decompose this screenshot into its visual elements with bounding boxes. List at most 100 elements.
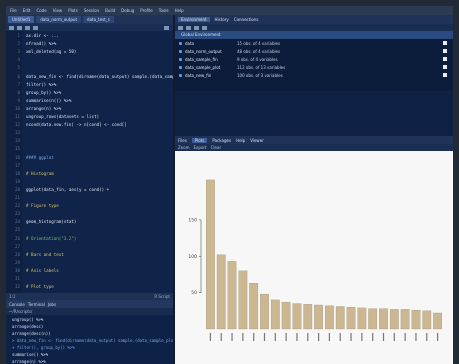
environment-row[interactable]: data_sample_fin 9 obs. of 4 variables [175,55,453,63]
menu-item-file[interactable]: File [10,8,17,13]
tab-untitled1[interactable]: Untitled1 [8,16,35,23]
code-line[interactable]: 17 [6,163,173,171]
import-icon[interactable] [194,25,199,30]
code-line[interactable]: 5 [6,65,173,73]
bar [314,304,323,330]
code-line[interactable]: 16 #### ggplot [6,155,173,163]
bar [238,270,248,330]
menu-item-build[interactable]: Build [105,8,115,13]
code-line[interactable]: 7 filter() %>% [6,82,173,90]
code-line[interactable]: 21 [6,195,173,203]
code-line[interactable]: 22 # Figure type [6,203,173,211]
code-line[interactable]: 23 [6,211,173,219]
object-summary: 15 obs. of 4 variables [237,40,281,46]
tab-data-test[interactable]: data_test_s [83,16,114,23]
view-grid-icon[interactable] [443,73,447,77]
tab-viewer[interactable]: Viewer [250,138,264,143]
code-line[interactable]: 13 [6,130,173,138]
tab-terminal[interactable]: Terminal [28,302,45,307]
tab-console[interactable]: Console [9,302,25,307]
save-icon[interactable] [25,25,30,30]
tab-plots[interactable]: Plots [191,137,208,143]
x-tick-label [339,333,341,341]
bar [303,304,313,330]
code-line[interactable]: 30 # Axis labels [6,268,173,276]
line-number: 14 [14,138,20,144]
clear-plots-button[interactable]: Clear [211,145,221,150]
line-number: 5 [17,65,20,71]
code-line[interactable]: 26 # Orientation("3.2") [6,236,173,244]
forward-icon[interactable] [17,25,22,30]
view-grid-icon[interactable] [443,49,447,53]
code-line[interactable]: 18 # Histogram [6,171,173,179]
environment-tabs: Environment History Connections [175,15,453,24]
environment-row[interactable]: data_new_fin 100 obs. of 3 variables [175,71,453,79]
code-line[interactable]: 4 [6,57,173,65]
menu-item-code[interactable]: Code [36,8,46,13]
environment-scope[interactable]: Global Environment [175,31,453,39]
tab-connections[interactable]: Connections [234,17,259,22]
y-tick-label: 50 [191,290,197,296]
tab-data-norm-output[interactable]: data_norm_output [36,16,82,23]
code-line[interactable]: 10 arrange(n) %>% [6,106,173,114]
code-line[interactable]: 6 data_new_fin <- find(dirname(data_outpu… [6,74,173,82]
view-grid-icon[interactable] [443,41,447,45]
code-text: # Histogram [26,170,54,176]
menu-item-tools[interactable]: Tools [159,8,169,13]
tab-environment[interactable]: Environment [178,17,210,22]
code-line[interactable]: 25 [6,227,173,235]
code-line[interactable]: 9 summarise(n()) %>% [6,98,173,106]
environment-row[interactable]: data_sample_plot 112 obs. of 13 variables [175,63,453,71]
back-icon[interactable] [9,25,14,30]
console-output[interactable]: ungroup() %>% arrange(desc) arrange(desc… [6,315,173,364]
broom-icon[interactable] [202,25,207,30]
save-workspace-icon[interactable] [186,25,191,30]
code-line[interactable]: 32 # Plot type [6,284,173,292]
bar [292,303,302,330]
console-path: ~/R/scripts/ [6,308,173,315]
code-line[interactable]: 29 [6,260,173,268]
tab-files[interactable]: Files [178,138,187,143]
zoom-button[interactable]: Zoom [178,145,190,150]
tab-packages[interactable]: Packages [212,138,231,143]
menu-item-edit[interactable]: Edit [23,8,31,13]
code-line[interactable]: 20 ggplot(data_fin, aes(y = cond)) + [6,187,173,195]
code-line[interactable]: 8 group_by() %>% [6,90,173,98]
code-line[interactable]: 19 [6,179,173,187]
code-text: nfread() %>% [26,41,57,47]
view-grid-icon[interactable] [443,65,447,69]
console-line: > data_new_fin <- find(dirname(data_outp… [12,338,173,343]
menu-item-view[interactable]: View [53,8,63,13]
bar [260,293,269,330]
menu-item-session[interactable]: Session [84,8,99,13]
tab-history[interactable]: History [215,17,229,22]
view-grid-icon[interactable] [443,57,447,61]
code-line[interactable]: 27 [6,244,173,252]
code-line[interactable]: 2 nfread() %>% [6,41,173,49]
x-tick-label [231,333,233,341]
environment-row[interactable]: data 15 obs. of 4 variables [175,39,453,47]
code-line[interactable]: 31 [6,276,173,284]
menu-item-profile[interactable]: Profile [140,8,152,13]
code-line[interactable]: 15 [6,146,173,154]
menu-item-debug[interactable]: Debug [121,8,134,13]
code-line[interactable]: 14 [6,138,173,146]
open-icon[interactable] [178,25,183,30]
tab-jobs[interactable]: Jobs [48,302,56,307]
code-line[interactable]: 3 xml_deleted(ag = 50) [6,49,173,57]
run-icon[interactable] [164,25,169,30]
tab-help[interactable]: Help [236,138,245,143]
code-editor[interactable]: 1 ax.dir <- ... 2 nfread() %>% 3 xml_delet… [6,31,173,293]
menu-item-plots[interactable]: Plots [68,8,78,13]
search-icon[interactable] [33,25,38,30]
code-line[interactable]: 24 geom_histogram(stat) [6,219,173,227]
code-line[interactable]: 11 ungroup_rows(datasets = list) [6,114,173,122]
file-type[interactable]: R Script [154,294,170,299]
code-line[interactable]: 28 # Bars and text [6,252,173,260]
x-tick-label [426,333,428,341]
code-line[interactable]: 1 ax.dir <- ... [6,33,173,41]
environment-row[interactable]: data_norm_output 48 obs. of 4 variables [175,47,453,55]
menu-item-help[interactable]: Help [175,8,184,13]
export-button[interactable]: Export [194,145,207,150]
code-line[interactable]: 12 ncond(data.new.fin) -> n[cond] <- cond… [6,122,173,130]
